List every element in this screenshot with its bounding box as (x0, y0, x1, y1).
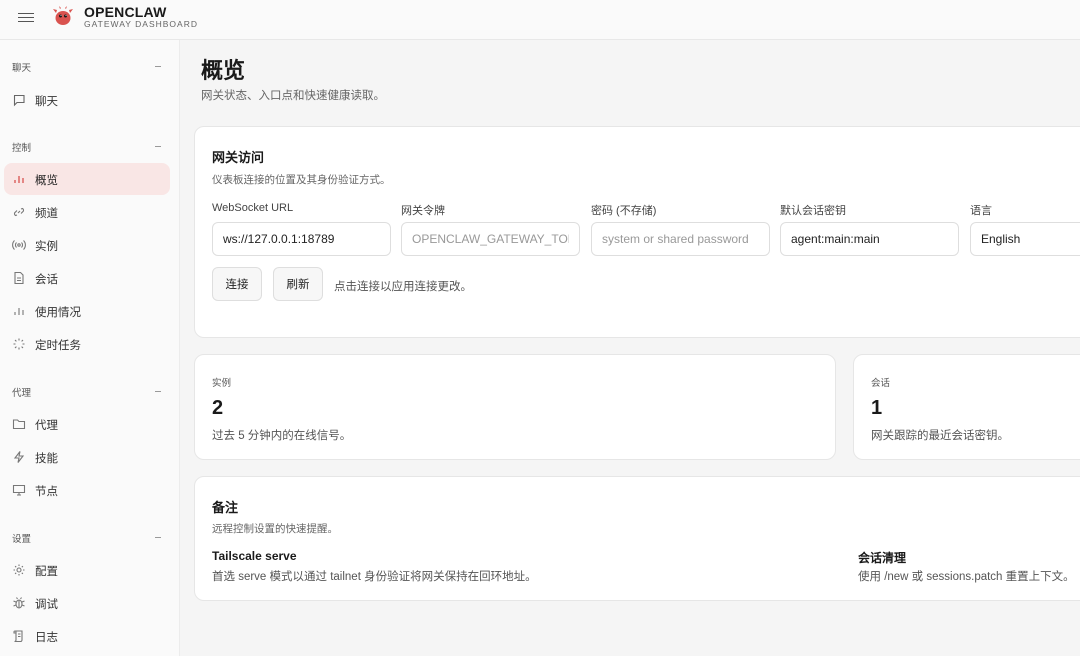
sidebar-item-debug[interactable]: 调试 (4, 587, 170, 619)
sidebar-item-label: 代理 (35, 420, 58, 432)
sidebar-item-label: 技能 (35, 453, 58, 465)
sidebar-item-label: 配置 (35, 566, 58, 578)
section-header-control: 控制 (12, 143, 32, 154)
monitor-icon (12, 484, 26, 496)
notes-card: 备注 远程控制设置的快速提醒。 Tailscale serve 首选 serve… (194, 476, 1080, 601)
page-subtitle: 网关状态、入口点和快速健康读取。 (201, 90, 385, 102)
sidebar-item-instances[interactable]: 实例 (4, 229, 170, 261)
language-select[interactable] (970, 222, 1080, 256)
password-label: 密码 (不存储) (591, 205, 657, 217)
sidebar-item-label: 日志 (35, 632, 58, 644)
broadcast-icon (12, 240, 26, 250)
page-title: 概览 (201, 58, 246, 83)
sidebar-item-logs[interactable]: 日志 (4, 620, 170, 652)
card-title: 备注 (212, 500, 239, 515)
gateway-token-label: 网关令牌 (401, 205, 445, 217)
websocket-url-field[interactable] (212, 222, 391, 256)
note-description: 首选 serve 模式以通过 tailnet 身份验证将网关保持在回环地址。 (212, 571, 537, 583)
brand-subtitle: GATEWAY DASHBOARD (84, 19, 198, 29)
sidebar-item-label: 定时任务 (35, 340, 81, 352)
gateway-access-card: 网关访问 仪表板连接的位置及其身份验证方式。 WebSocket URL 网关令… (194, 126, 1080, 338)
collapse-icon[interactable] (155, 391, 161, 392)
sidebar-item-sessions[interactable]: 会话 (4, 262, 170, 294)
collapse-icon[interactable] (155, 537, 161, 538)
note-title: Tailscale serve (212, 549, 297, 563)
sidebar-item-skills[interactable]: 技能 (4, 441, 170, 473)
bar-chart-icon (14, 308, 24, 315)
connect-button[interactable]: 连接 (212, 267, 262, 301)
collapse-icon[interactable] (155, 66, 161, 67)
section-header-chat: 聊天 (12, 63, 32, 74)
top-bar: OPENCLAW GATEWAY DASHBOARD (0, 0, 1080, 40)
folder-icon (12, 419, 26, 430)
sidebar-item-overview[interactable]: 概览 (4, 163, 170, 195)
session-key-field[interactable] (780, 222, 959, 256)
stat-value: 1 (871, 397, 883, 419)
document-icon (14, 271, 24, 285)
sidebar-item-label: 会话 (35, 274, 58, 286)
card-title: 网关访问 (212, 150, 265, 165)
sidebar-item-label: 使用情况 (35, 307, 81, 319)
instances-stat-card: 实例 2 过去 5 分钟内的在线信号。 (194, 354, 836, 460)
chat-icon (13, 94, 25, 107)
sidebar-item-label: 实例 (35, 241, 58, 253)
sidebar-item-cron[interactable]: 定时任务 (4, 328, 170, 360)
connect-hint: 点击连接以应用连接更改。 (334, 281, 472, 293)
sidebar-item-label: 概览 (35, 175, 58, 187)
sidebar-item-chat[interactable]: 聊天 (4, 84, 170, 116)
bar-chart-icon (14, 176, 24, 183)
note-title: 会话清理 (858, 551, 907, 565)
card-subtitle: 仪表板连接的位置及其身份验证方式。 (212, 174, 391, 186)
scroll-icon (13, 630, 23, 643)
sidebar-item-usage[interactable]: 使用情况 (4, 295, 170, 327)
link-icon (13, 207, 25, 217)
stat-value: 2 (212, 397, 224, 419)
hamburger-menu-icon[interactable] (18, 10, 34, 24)
refresh-button[interactable]: 刷新 (273, 267, 323, 301)
stat-description: 过去 5 分钟内的在线信号。 (212, 430, 352, 442)
section-header-settings: 设置 (12, 534, 32, 545)
openclaw-logo (53, 6, 73, 25)
section-header-agents: 代理 (12, 388, 32, 399)
sidebar-item-channels[interactable]: 频道 (4, 196, 170, 228)
loader-icon (13, 338, 25, 350)
gear-icon (13, 564, 25, 576)
websocket-url-label: WebSocket URL (212, 202, 294, 214)
sidebar: 聊天 聊天 控制 概览 频道 实例 会话 使用情况 定时任务 代理 代理 技能 (0, 40, 180, 656)
sidebar-item-config[interactable]: 配置 (4, 554, 170, 586)
sidebar-item-label: 节点 (35, 486, 58, 498)
lightning-icon (13, 451, 25, 463)
note-description: 使用 /new 或 sessions.patch 重置上下文。 (858, 571, 1075, 583)
stat-label: 会话 (871, 378, 891, 389)
brand-title: OPENCLAW (84, 4, 167, 20)
stat-description: 网关跟踪的最近会话密钥。 (871, 430, 1009, 442)
stat-label: 实例 (212, 378, 232, 389)
sessions-stat-card: 会话 1 网关跟踪的最近会话密钥。 (853, 354, 1080, 460)
language-label: 语言 (970, 205, 992, 217)
sidebar-item-label: 频道 (35, 208, 58, 220)
gateway-token-field[interactable] (401, 222, 580, 256)
sidebar-item-agents[interactable]: 代理 (4, 408, 170, 440)
collapse-icon[interactable] (155, 146, 161, 147)
sidebar-item-label: 调试 (35, 599, 58, 611)
card-subtitle: 远程控制设置的快速提醒。 (212, 523, 338, 535)
bug-icon (13, 597, 25, 609)
sidebar-item-label: 聊天 (35, 96, 58, 108)
sidebar-item-nodes[interactable]: 节点 (4, 474, 170, 506)
password-field[interactable] (591, 222, 770, 256)
session-key-label: 默认会话密钥 (780, 205, 846, 217)
